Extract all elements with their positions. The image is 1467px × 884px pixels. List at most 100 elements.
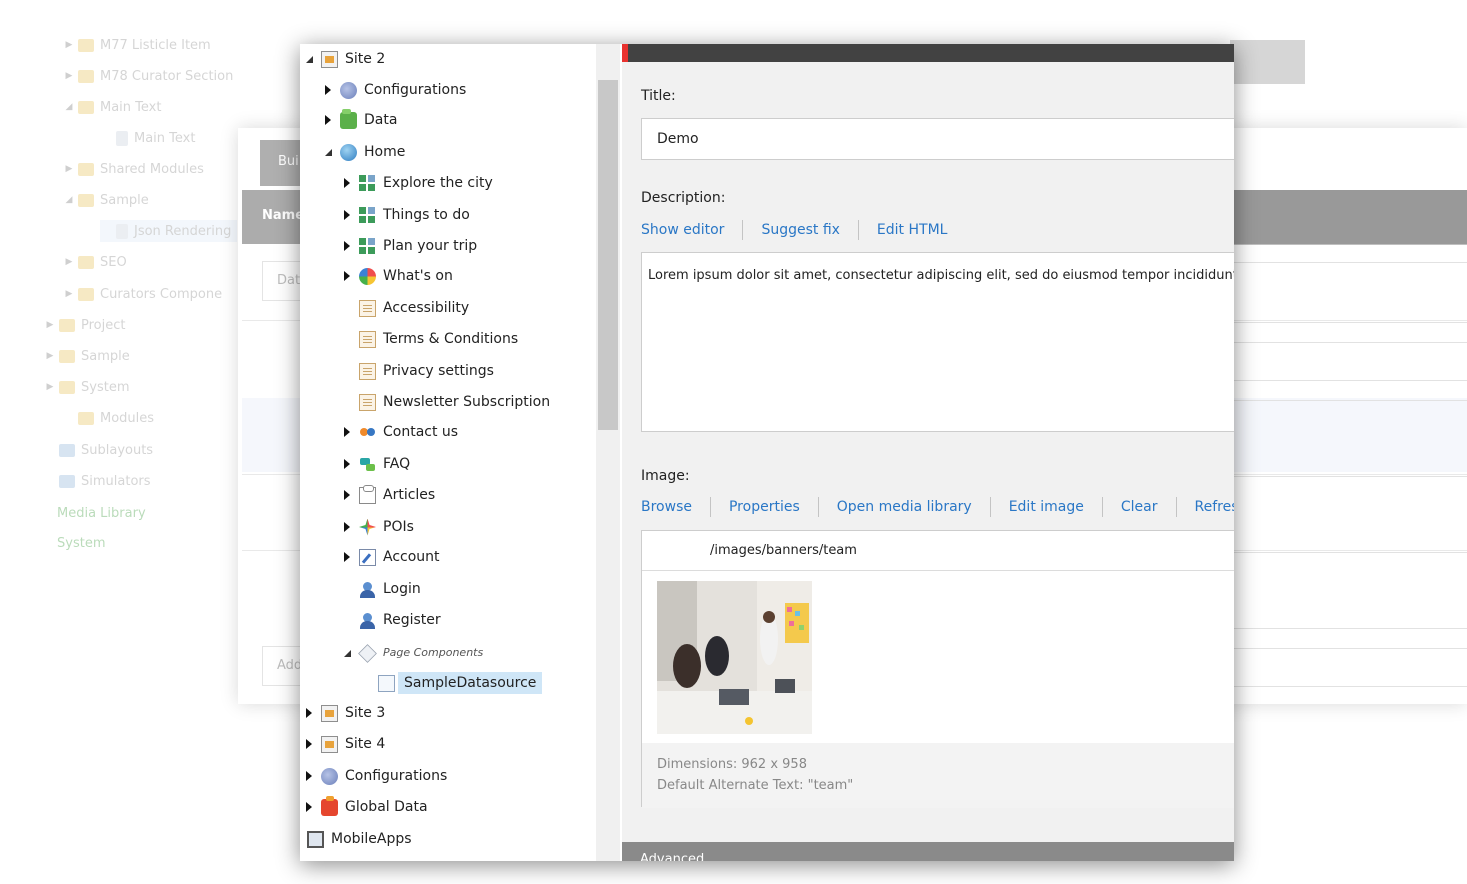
tree-node-site-4[interactable]: Site 4 (302, 731, 385, 757)
tree-node-label[interactable]: Home (364, 142, 405, 162)
tree-node-global-data[interactable]: Global Data (302, 794, 428, 820)
tree-node-label[interactable]: Account (383, 547, 440, 567)
tree-node-things-to-do[interactable]: Things to do (340, 202, 470, 228)
articles-icon (359, 484, 376, 504)
expand-arrow-icon[interactable] (302, 737, 316, 751)
triangle-down-icon (324, 148, 332, 156)
background-tree-label: Curators Compone (100, 286, 223, 302)
tree-node-home[interactable]: Home (321, 139, 405, 165)
open-media-library-link[interactable]: Open media library (837, 499, 972, 515)
properties-link[interactable]: Properties (729, 499, 800, 515)
collapsed-arrow-icon: ▶ (65, 289, 73, 299)
tree-node-faq[interactable]: FAQ (340, 451, 410, 477)
tree-node-label[interactable]: POIs (383, 517, 414, 537)
tree-node-label[interactable]: FAQ (383, 454, 410, 474)
suggest-fix-link[interactable]: Suggest fix (761, 222, 839, 238)
tree-node-label[interactable]: Site 3 (345, 703, 385, 723)
expand-arrow-icon[interactable] (302, 769, 316, 783)
edit-image-link[interactable]: Edit image (1009, 499, 1084, 515)
tree-node-label[interactable]: SampleDatasource (398, 672, 543, 694)
tree-node-label[interactable]: Login (383, 579, 421, 599)
tree-node-label[interactable]: Terms & Conditions (383, 329, 518, 349)
tree-node-label[interactable]: MobileApps (331, 829, 412, 849)
expand-arrow-icon[interactable] (340, 176, 354, 190)
collapse-arrow-icon[interactable] (340, 646, 354, 660)
expand-arrow-icon[interactable] (340, 269, 354, 283)
background-tree-item: ▶ System (43, 376, 130, 398)
tree-node-accessibility[interactable]: Accessibility (340, 295, 469, 321)
expand-arrow-icon[interactable] (340, 457, 354, 471)
tree-node-label[interactable]: Contact us (383, 422, 458, 442)
tree-node-label[interactable]: Site 4 (345, 734, 385, 754)
expand-arrow-icon[interactable] (340, 239, 354, 253)
tree-node-label[interactable]: Privacy settings (383, 361, 494, 381)
background-tree-label: Json Rendering (134, 223, 232, 239)
tree-node-what-s-on[interactable]: What's on (340, 263, 453, 289)
expand-arrow-icon[interactable] (340, 520, 354, 534)
tree-node-site-3[interactable]: Site 3 (302, 700, 385, 726)
no-expander-spacer (340, 582, 354, 596)
expand-arrow-icon[interactable] (340, 425, 354, 439)
tree-node-label[interactable]: Data (364, 110, 397, 130)
edit-html-link[interactable]: Edit HTML (877, 222, 948, 238)
tree-node-data[interactable]: Data (321, 107, 397, 133)
tree-node-label[interactable]: Configurations (364, 80, 466, 100)
field-editor-pane: Title: Demo Description: Show editor Sugg… (622, 44, 1234, 861)
tree-node-label[interactable]: Plan your trip (383, 236, 477, 256)
folder-icon (78, 287, 94, 301)
image-path[interactable]: /images/banners/team (642, 531, 1234, 571)
tree-node-configurations[interactable]: Configurations (302, 763, 447, 789)
browse-link[interactable]: Browse (641, 499, 692, 515)
expand-arrow-icon[interactable] (321, 113, 335, 127)
expand-arrow-icon[interactable] (302, 706, 316, 720)
tree-node-label[interactable]: Articles (383, 485, 435, 505)
tree-node-newsletter-subscription[interactable]: Newsletter Subscription (340, 389, 550, 415)
background-tree-label: Sample (81, 348, 130, 364)
tree-node-privacy-settings[interactable]: Privacy settings (340, 358, 494, 384)
tree-node-articles[interactable]: Articles (340, 482, 435, 508)
tree-node-site-2[interactable]: Site 2 (302, 46, 385, 72)
collapse-arrow-icon[interactable] (302, 52, 316, 66)
tree-node-pois[interactable]: POIs (340, 514, 414, 540)
tree-node-register[interactable]: Register (340, 607, 441, 633)
tree-node-plan-your-trip[interactable]: Plan your trip (340, 233, 477, 259)
toolbar-separator (709, 497, 711, 517)
tree-node-label[interactable]: Register (383, 610, 441, 630)
collapse-arrow-icon[interactable] (321, 145, 335, 159)
tree-node-explore-the-city[interactable]: Explore the city (340, 170, 493, 196)
tree-node-label[interactable]: What's on (383, 266, 453, 286)
tree-node-account[interactable]: Account (340, 544, 440, 570)
clear-link[interactable]: Clear (1121, 499, 1158, 515)
tree-node-label[interactable]: Page Components (383, 643, 483, 663)
tree-node-contact-us[interactable]: Contact us (340, 419, 458, 445)
expand-arrow-icon[interactable] (321, 83, 335, 97)
background-tree-label: System (57, 535, 106, 551)
tree-node-label[interactable]: Explore the city (383, 173, 493, 193)
top-bar-accent (622, 44, 628, 62)
tree-node-label[interactable]: Newsletter Subscription (383, 392, 550, 412)
show-editor-link[interactable]: Show editor (641, 222, 724, 238)
title-field[interactable]: Demo (641, 118, 1234, 160)
tree-node-terms-conditions[interactable]: Terms & Conditions (340, 326, 518, 352)
tree-node-label[interactable]: Site 2 (345, 49, 385, 69)
tree-node-mobileapps[interactable]: MobileApps (302, 826, 412, 852)
tree-node-sampledatasource[interactable]: SampleDatasource (359, 670, 543, 696)
expand-arrow-icon[interactable] (340, 488, 354, 502)
tree-node-label[interactable]: Things to do (383, 205, 470, 225)
background-divider (1234, 476, 1467, 477)
expand-arrow-icon[interactable] (340, 550, 354, 564)
tree-node-page-components[interactable]: Page Components (340, 640, 483, 666)
image-thumbnail[interactable] (657, 581, 812, 734)
advanced-section-header[interactable]: Advanced (622, 842, 1234, 861)
tree-node-label[interactable]: Global Data (345, 797, 428, 817)
tree-node-configurations[interactable]: Configurations (321, 77, 466, 103)
background-tree-item: Modules (62, 407, 154, 429)
expand-arrow-icon[interactable] (302, 800, 316, 814)
expand-arrow-icon[interactable] (340, 208, 354, 222)
tree-node-login[interactable]: Login (340, 576, 421, 602)
tree-scrollbar-thumb[interactable] (598, 80, 618, 430)
refresh-link[interactable]: Refresh (1195, 499, 1235, 515)
description-field[interactable]: Lorem ipsum dolor sit amet, consectetur … (641, 252, 1234, 432)
tree-node-label[interactable]: Configurations (345, 766, 447, 786)
tree-node-label[interactable]: Accessibility (383, 298, 469, 318)
